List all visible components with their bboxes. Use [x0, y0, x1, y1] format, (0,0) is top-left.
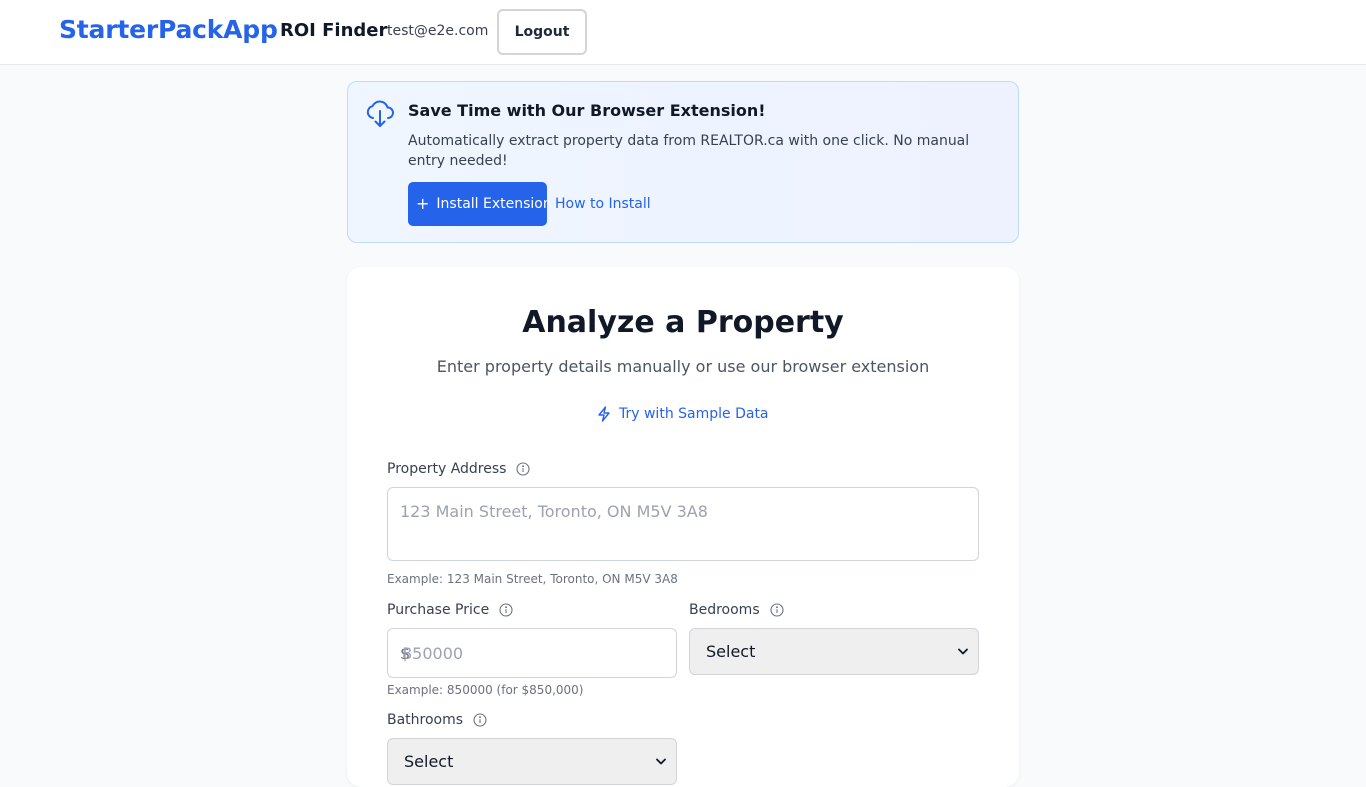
chevron-down-icon — [958, 648, 968, 655]
info-icon[interactable] — [770, 603, 784, 617]
bedrooms-field-label: Bedrooms — [689, 601, 784, 619]
banner-description: Automatically extract property data from… — [408, 133, 970, 169]
price-field-label: Purchase Price — [387, 601, 513, 619]
info-icon[interactable] — [516, 462, 531, 476]
bathrooms-field-label: Bathrooms — [387, 711, 487, 729]
bathrooms-selected-value: Select — [404, 752, 454, 771]
banner-title: Save Time with Our Browser Extension! — [408, 101, 766, 120]
price-input[interactable] — [388, 629, 676, 677]
brand-logo[interactable]: StarterPackApp — [59, 15, 278, 44]
install-extension-button[interactable]: + Install Extension — [408, 182, 547, 226]
info-icon[interactable] — [499, 603, 513, 617]
logout-button[interactable]: Logout — [497, 9, 587, 55]
bedrooms-select[interactable]: Select — [689, 628, 979, 675]
sample-data-label: Try with Sample Data — [619, 406, 769, 422]
info-icon[interactable] — [473, 713, 487, 727]
price-label-text: Purchase Price — [387, 602, 490, 618]
user-email: test@e2e.com — [387, 23, 489, 39]
lightning-icon — [598, 406, 610, 422]
price-field: $ — [387, 628, 677, 678]
install-extension-label: Install Extension — [436, 196, 547, 212]
how-to-install-link[interactable]: How to Install — [555, 196, 651, 212]
app-subtitle: ROI Finder — [280, 20, 388, 41]
address-field-label: Property Address — [387, 460, 531, 478]
analyze-property-card: Analyze a Property Enter property detail… — [347, 267, 1019, 787]
chevron-down-icon — [656, 758, 666, 765]
page-subtitle: Enter property details manually or use o… — [436, 357, 930, 376]
bathrooms-select[interactable]: Select — [387, 738, 677, 785]
plus-icon: + — [416, 194, 430, 213]
bedrooms-label-text: Bedrooms — [689, 602, 760, 618]
bedrooms-selected-value: Select — [706, 642, 756, 661]
sample-data-button[interactable]: Try with Sample Data — [597, 404, 769, 424]
bathrooms-label-text: Bathrooms — [387, 712, 464, 728]
extension-banner: Save Time with Our Browser Extension! Au… — [347, 81, 1019, 243]
address-input[interactable] — [387, 487, 979, 561]
address-hint: Example: 123 Main Street, Toronto, ON M5… — [387, 572, 678, 586]
page-title: Analyze a Property — [522, 305, 844, 340]
address-label-text: Property Address — [387, 461, 507, 477]
price-hint: Example: 850000 (for $850,000) — [387, 683, 584, 697]
top-header: StarterPackApp ROI Finder test@e2e.com L… — [0, 0, 1366, 65]
cloud-download-icon — [366, 99, 394, 129]
